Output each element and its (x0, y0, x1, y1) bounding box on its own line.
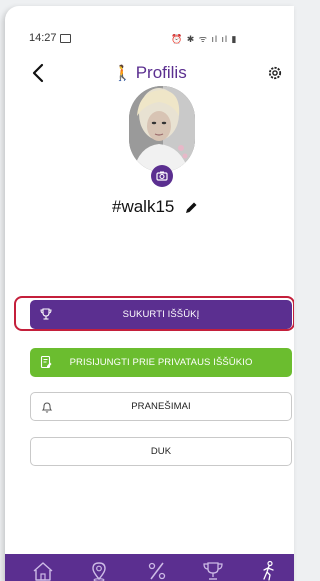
trophy-icon[interactable] (199, 560, 227, 581)
walker-icon[interactable] (255, 560, 283, 581)
trophy-icon (40, 308, 52, 320)
percent-icon[interactable] (143, 560, 171, 581)
faq-button[interactable]: DUK (30, 437, 292, 466)
home-icon[interactable] (29, 560, 57, 581)
page-title: 🚶 Profilis (113, 63, 187, 83)
walker-icon: 🚶 (113, 65, 132, 82)
change-photo-button[interactable] (151, 165, 173, 187)
avatar (129, 86, 195, 172)
username-row: #walk15 (112, 197, 198, 217)
join-private-challenge-button[interactable]: PRISIJUNGTI PRIE PRIVATAUS IŠŠŪKIO (30, 348, 292, 377)
faq-label: DUK (150, 446, 172, 457)
notifications-button[interactable]: PRANEŠIMAI (30, 392, 292, 421)
create-challenge-button[interactable]: SUKURTI IŠŠŪKĮ (30, 300, 292, 329)
bell-icon (41, 402, 53, 413)
phone-screen: 14:27 ⏰ ✱ ᯤ ıl ıl ▮ 🚶 Profilis #walk15 S… (5, 6, 294, 581)
header: 🚶 Profilis (5, 62, 294, 86)
chevron-left-icon[interactable] (29, 62, 47, 84)
page-title-text: Profilis (135, 63, 187, 82)
gear-icon[interactable] (267, 65, 283, 81)
join-private-challenge-label: PRISIJUNGTI PRIE PRIVATAUS IŠŠŪKIO (69, 357, 253, 368)
camera-icon (156, 171, 168, 181)
avatar-photo (129, 86, 195, 172)
status-bar: 14:27 ⏰ ✱ ᯤ ıl ıl ▮ (5, 32, 294, 46)
pencil-icon[interactable] (185, 201, 198, 214)
document-edit-icon (40, 355, 52, 369)
image-notification-icon (60, 34, 71, 43)
location-icon[interactable] (85, 560, 113, 581)
bottom-tab-bar (5, 554, 294, 581)
notifications-label: PRANEŠIMAI (131, 401, 191, 412)
create-challenge-label: SUKURTI IŠŠŪKĮ (122, 309, 200, 320)
status-icons: ⏰ ✱ ᯤ ıl ıl ▮ (171, 34, 238, 44)
username: #walk15 (112, 197, 175, 216)
status-time: 14:27 (29, 32, 57, 44)
